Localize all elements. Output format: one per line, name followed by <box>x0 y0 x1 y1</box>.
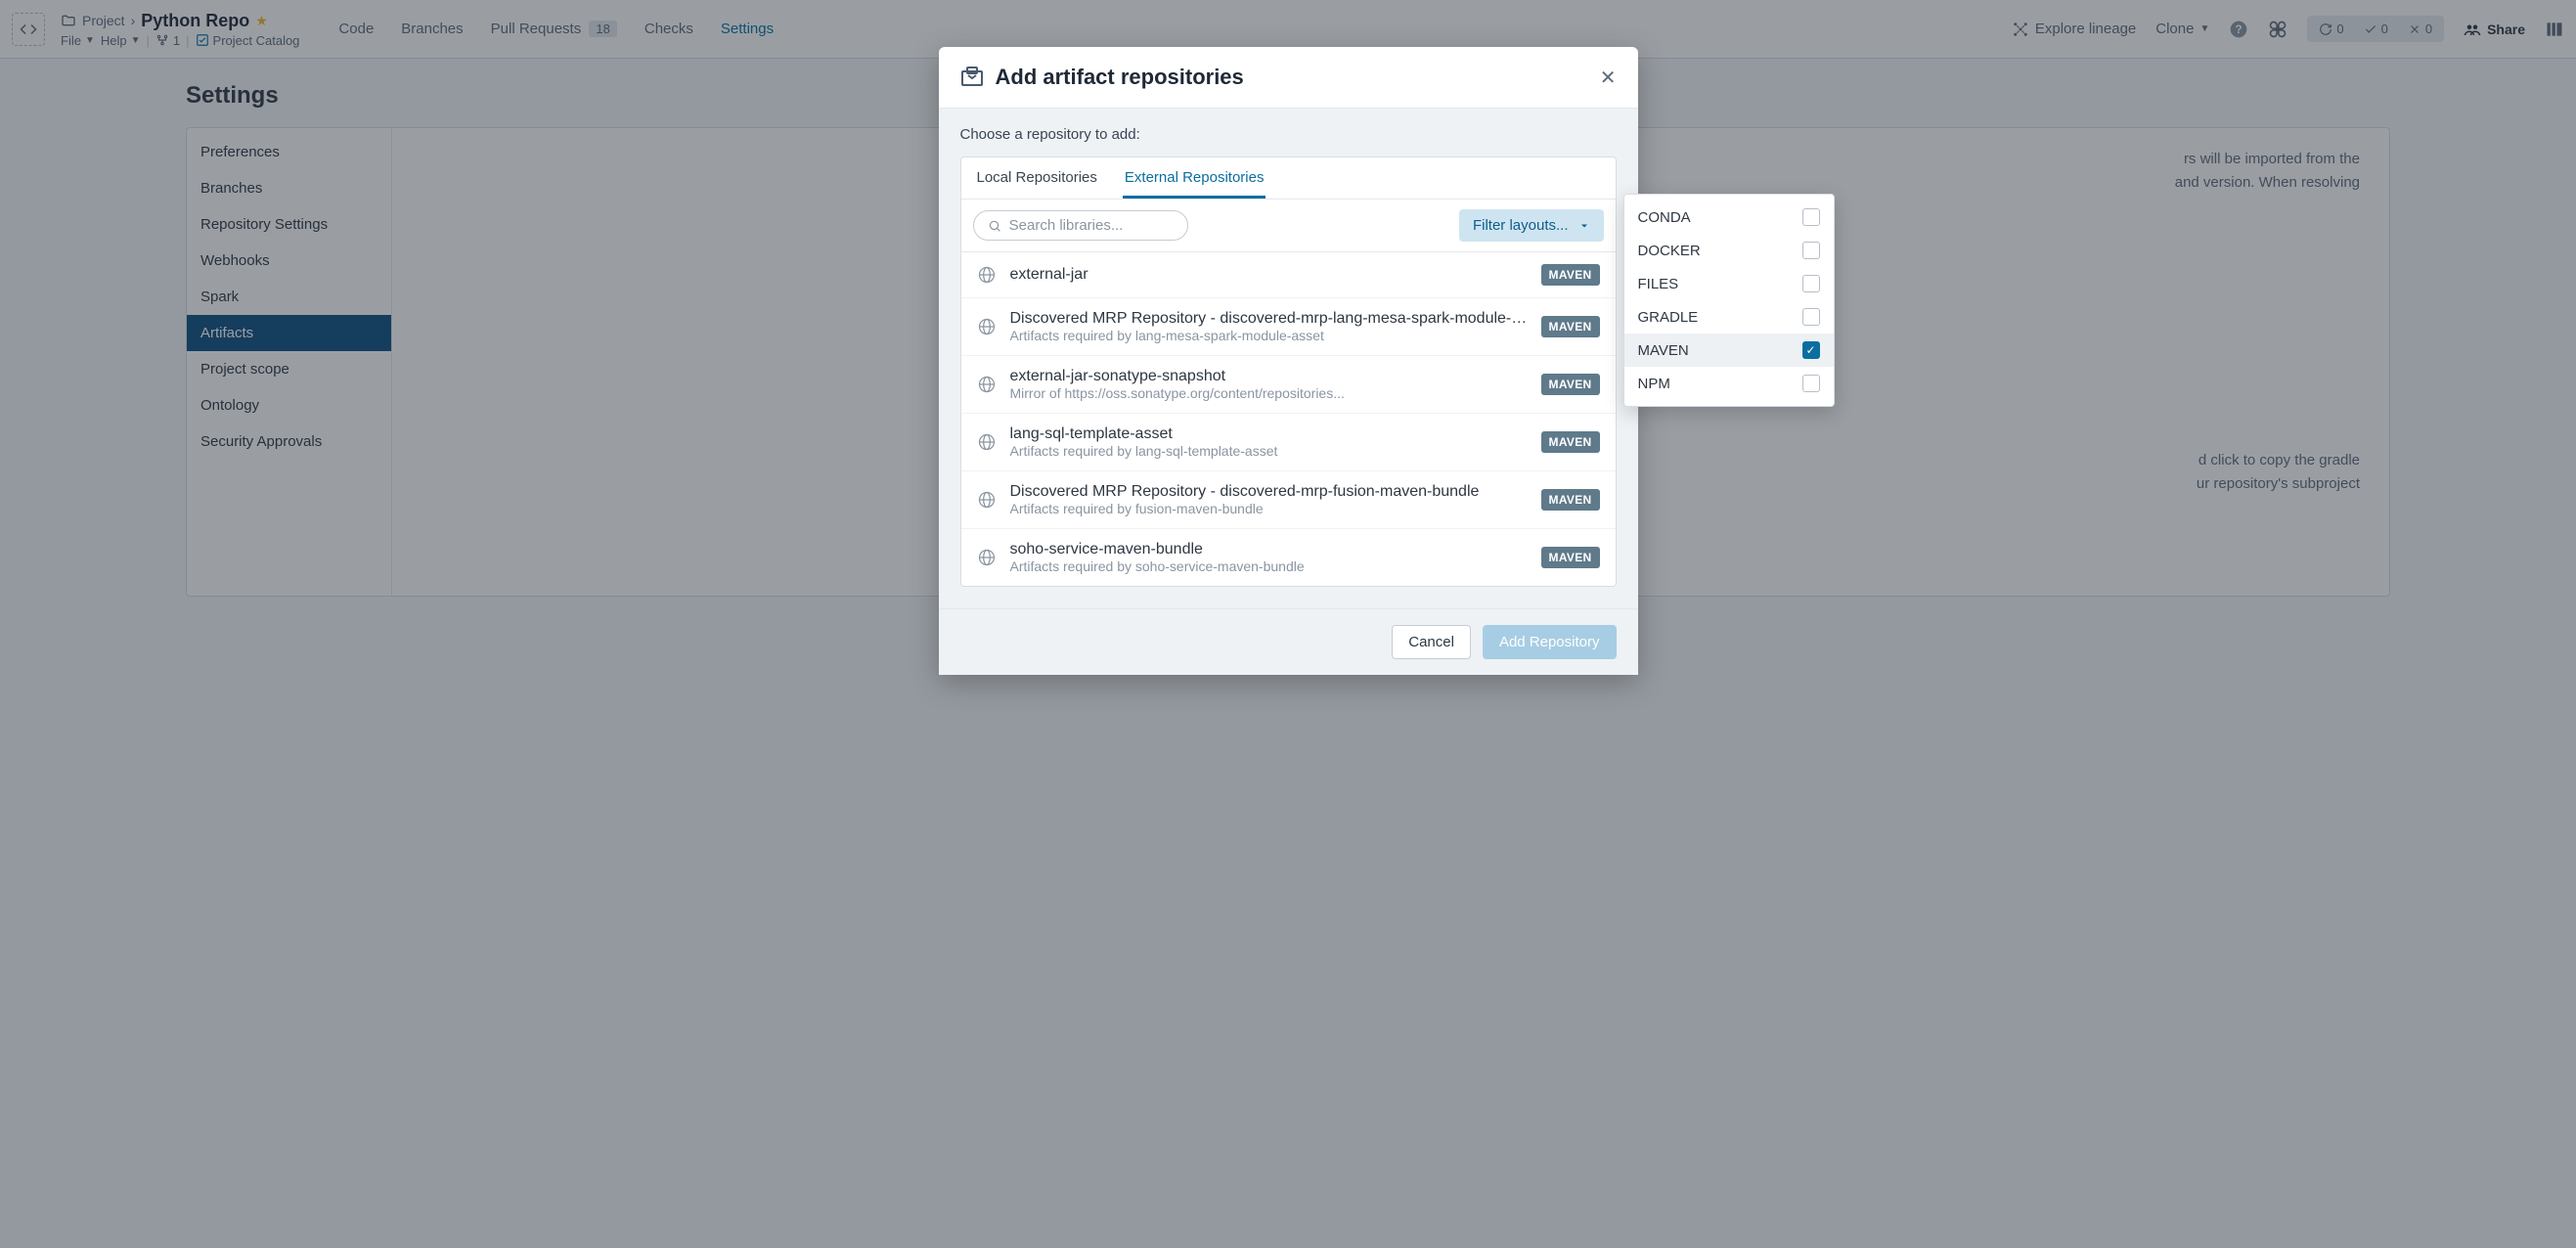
filter-popover: CONDA DOCKER FILES GRADLE MAVEN ✓ NPM <box>1623 194 1835 407</box>
repo-type-badge: MAVEN <box>1541 431 1600 453</box>
repo-name: Discovered MRP Repository - discovered-m… <box>1010 310 1528 328</box>
repo-name: Discovered MRP Repository - discovered-m… <box>1010 483 1528 501</box>
checkbox[interactable] <box>1802 242 1820 259</box>
repo-name: soho-service-maven-bundle <box>1010 541 1528 558</box>
cancel-button[interactable]: Cancel <box>1392 625 1471 659</box>
repo-name: external-jar <box>1010 266 1528 284</box>
filter-option-label: GRADLE <box>1638 309 1699 326</box>
repo-type-badge: MAVEN <box>1541 316 1600 337</box>
repo-desc: Mirror of https://oss.sonatype.org/conte… <box>1010 385 1528 401</box>
repo-desc: Artifacts required by lang-sql-template-… <box>1010 443 1528 459</box>
search-icon <box>988 218 1001 234</box>
modal-title: Add artifact repositories <box>996 65 1244 90</box>
modal-prompt: Choose a repository to add: <box>960 126 1617 143</box>
tab-external-repos[interactable]: External Repositories <box>1123 157 1266 199</box>
modal-close-button[interactable]: ✕ <box>1600 66 1617 90</box>
repo-desc: Artifacts required by fusion-maven-bundl… <box>1010 501 1528 516</box>
add-artifact-modal: Add artifact repositories ✕ Choose a rep… <box>939 47 1638 675</box>
search-libraries-input[interactable] <box>973 210 1188 241</box>
repo-row[interactable]: external-jar-sonatype-snapshotMirror of … <box>961 356 1616 414</box>
repo-list: external-jar MAVEN Discovered MRP Reposito… <box>961 251 1616 586</box>
globe-icon <box>977 432 997 452</box>
globe-icon <box>977 490 997 510</box>
checkbox[interactable]: ✓ <box>1802 341 1820 359</box>
checkbox[interactable] <box>1802 375 1820 392</box>
repo-type-badge: MAVEN <box>1541 489 1600 511</box>
filter-option-label: MAVEN <box>1638 342 1689 359</box>
repo-desc: Artifacts required by soho-service-maven… <box>1010 558 1528 574</box>
checkbox[interactable] <box>1802 208 1820 226</box>
modal-overlay[interactable]: Add artifact repositories ✕ Choose a rep… <box>0 0 2576 1248</box>
repo-name: external-jar-sonatype-snapshot <box>1010 368 1528 385</box>
filter-option-npm[interactable]: NPM <box>1624 367 1834 400</box>
filter-option-files[interactable]: FILES <box>1624 267 1834 300</box>
filter-option-label: NPM <box>1638 376 1670 392</box>
checkbox[interactable] <box>1802 308 1820 326</box>
filter-option-conda[interactable]: CONDA <box>1624 201 1834 234</box>
repo-name: lang-sql-template-asset <box>1010 425 1528 443</box>
repo-type-badge: MAVEN <box>1541 547 1600 568</box>
repo-row[interactable]: Discovered MRP Repository - discovered-m… <box>961 471 1616 529</box>
repo-desc: Artifacts required by lang-mesa-spark-mo… <box>1010 328 1528 343</box>
filter-option-label: CONDA <box>1638 209 1691 226</box>
tab-local-repos[interactable]: Local Repositories <box>975 157 1099 199</box>
filter-option-maven[interactable]: MAVEN ✓ <box>1624 334 1834 367</box>
globe-icon <box>977 548 997 567</box>
repo-row[interactable]: soho-service-maven-bundleArtifacts requi… <box>961 529 1616 586</box>
filter-option-docker[interactable]: DOCKER <box>1624 234 1834 267</box>
repo-row[interactable]: lang-sql-template-assetArtifacts require… <box>961 414 1616 471</box>
search-input-field[interactable] <box>1009 217 1174 234</box>
filter-option-label: DOCKER <box>1638 243 1701 259</box>
globe-icon <box>977 317 997 336</box>
filter-option-label: FILES <box>1638 276 1679 292</box>
repo-type-badge: MAVEN <box>1541 374 1600 395</box>
filter-option-gradle[interactable]: GRADLE <box>1624 300 1834 334</box>
repo-row[interactable]: Discovered MRP Repository - discovered-m… <box>961 298 1616 356</box>
add-repository-button[interactable]: Add Repository <box>1483 625 1617 659</box>
repo-type-badge: MAVEN <box>1541 264 1600 286</box>
repo-row[interactable]: external-jar MAVEN <box>961 252 1616 298</box>
checkbox[interactable] <box>1802 275 1820 292</box>
globe-icon <box>977 265 997 285</box>
caret-down-icon <box>1578 220 1590 232</box>
globe-icon <box>977 375 997 394</box>
filter-layouts-button[interactable]: Filter layouts... <box>1459 209 1604 242</box>
artifact-icon <box>960 66 984 89</box>
